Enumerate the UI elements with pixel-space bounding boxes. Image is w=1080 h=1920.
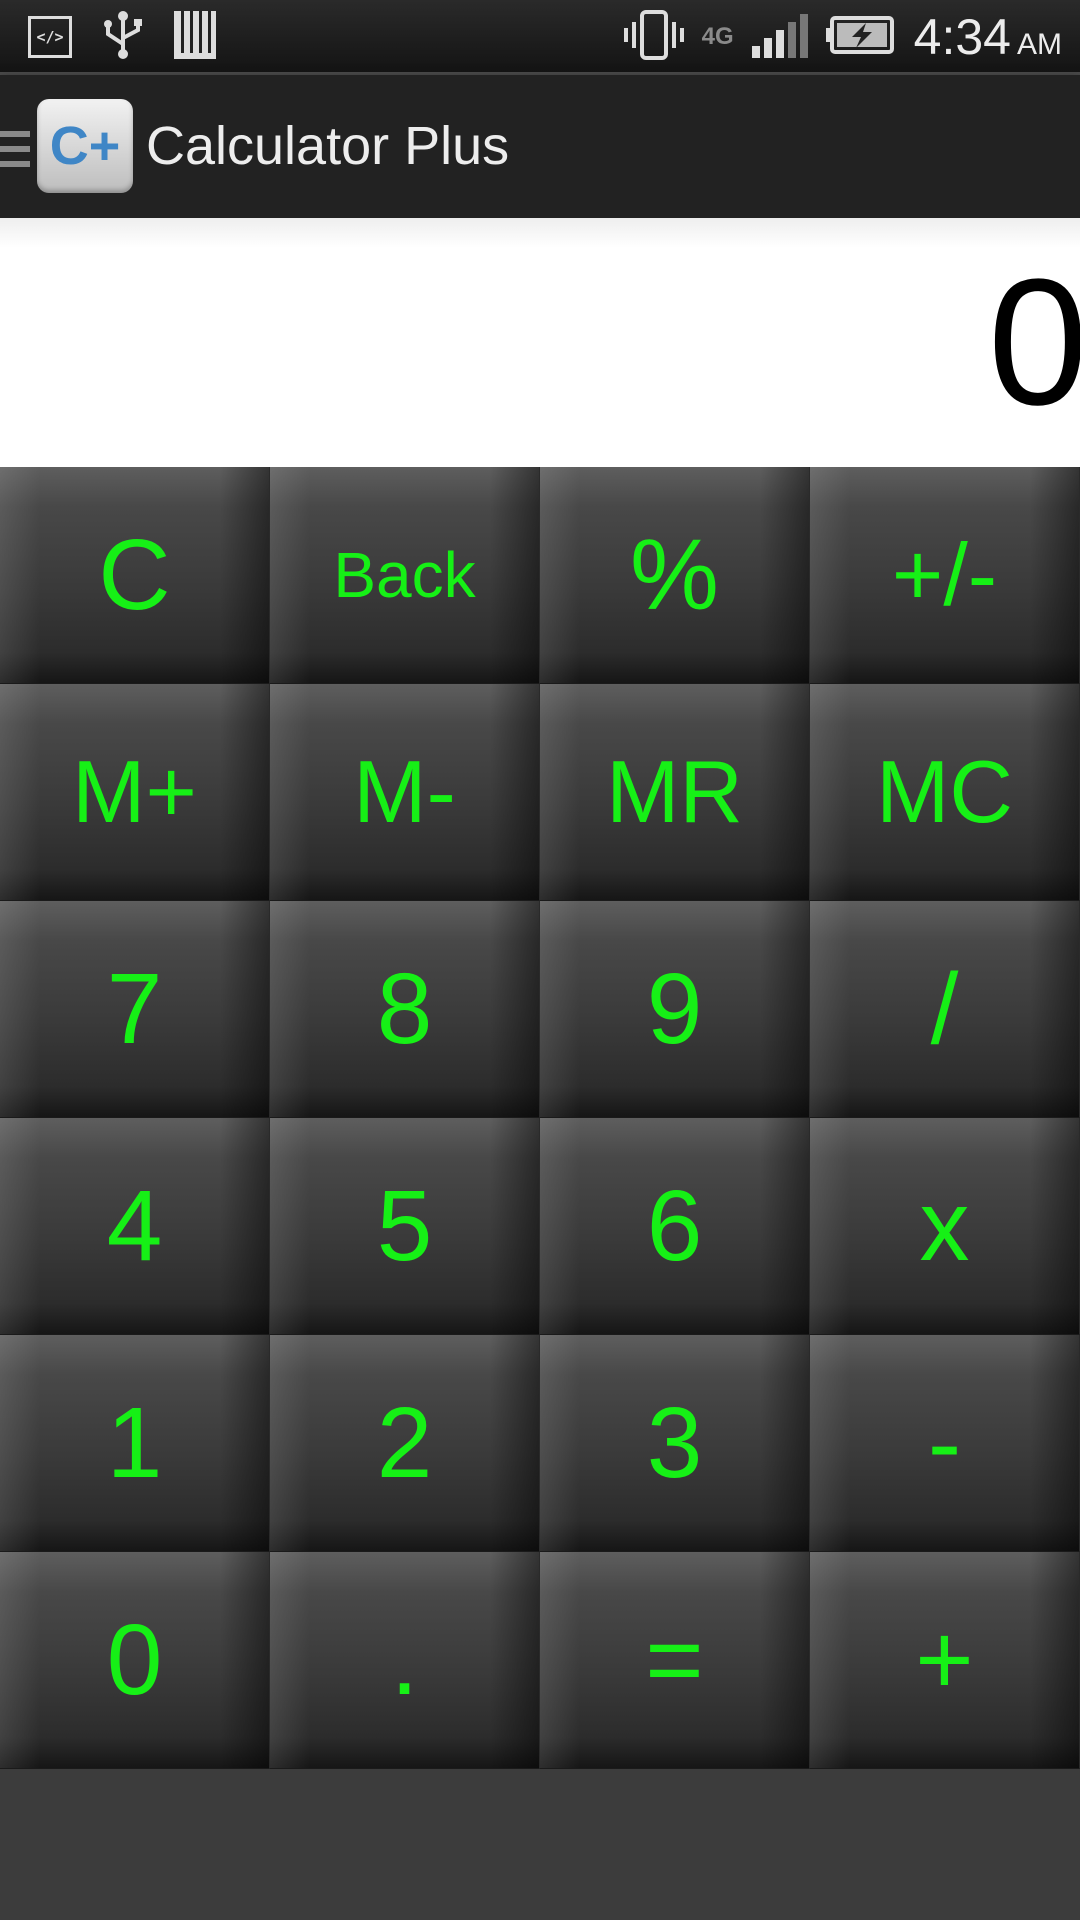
add-button[interactable]: + — [810, 1552, 1080, 1769]
subtract-button[interactable]: - — [810, 1335, 1080, 1552]
memory-recall-button[interactable]: MR — [540, 684, 810, 901]
action-bar: C+ Calculator Plus — [0, 75, 1080, 218]
digit-3-button[interactable]: 3 — [540, 1335, 810, 1552]
digit-9-button[interactable]: 9 — [540, 901, 810, 1118]
divide-button[interactable]: / — [810, 901, 1080, 1118]
status-bar-right: 4G 4:34 AM — [623, 9, 1062, 65]
digit-7-button[interactable]: 7 — [0, 901, 270, 1118]
signal-icon — [751, 12, 808, 62]
app-logo-icon[interactable]: C+ — [37, 99, 133, 193]
app-title: Calculator Plus — [146, 116, 510, 176]
percent-button[interactable]: % — [540, 467, 810, 684]
clock: 4:34 AM — [914, 8, 1062, 66]
vibrate-icon — [623, 10, 684, 64]
memory-clear-button[interactable]: MC — [810, 684, 1080, 901]
digit-2-button[interactable]: 2 — [270, 1335, 540, 1552]
drawer-menu-icon[interactable] — [0, 129, 30, 169]
storage-icon — [174, 11, 216, 63]
clear-button[interactable]: C — [0, 467, 270, 684]
battery-charging-icon — [825, 15, 896, 59]
clock-ampm: AM — [1017, 28, 1062, 61]
network-type-label: 4G — [701, 23, 734, 50]
equals-button[interactable]: = — [540, 1552, 810, 1769]
empty-bottom-area — [0, 1769, 1080, 1920]
decimal-point-button[interactable]: . — [270, 1552, 540, 1769]
developer-icon: </> — [28, 16, 72, 58]
memory-subtract-button[interactable]: M- — [270, 684, 540, 901]
digit-5-button[interactable]: 5 — [270, 1118, 540, 1335]
keypad: C Back % +/- M+ M- MR MC 7 8 9 / 4 5 6 x… — [0, 467, 1080, 1769]
digit-0-button[interactable]: 0 — [0, 1552, 270, 1769]
calculator-display: 0 — [0, 218, 1080, 467]
memory-add-button[interactable]: M+ — [0, 684, 270, 901]
backspace-button[interactable]: Back — [270, 467, 540, 684]
clock-time: 4:34 — [913, 9, 1011, 65]
digit-6-button[interactable]: 6 — [540, 1118, 810, 1335]
display-value: 0 — [987, 242, 1080, 443]
status-bar: </> 4G 4:34 AM — [0, 0, 1080, 75]
digit-1-button[interactable]: 1 — [0, 1335, 270, 1552]
sign-toggle-button[interactable]: +/- — [810, 467, 1080, 684]
status-bar-left: </> — [28, 10, 216, 64]
usb-icon — [100, 10, 146, 64]
digit-4-button[interactable]: 4 — [0, 1118, 270, 1335]
digit-8-button[interactable]: 8 — [270, 901, 540, 1118]
multiply-button[interactable]: x — [810, 1118, 1080, 1335]
